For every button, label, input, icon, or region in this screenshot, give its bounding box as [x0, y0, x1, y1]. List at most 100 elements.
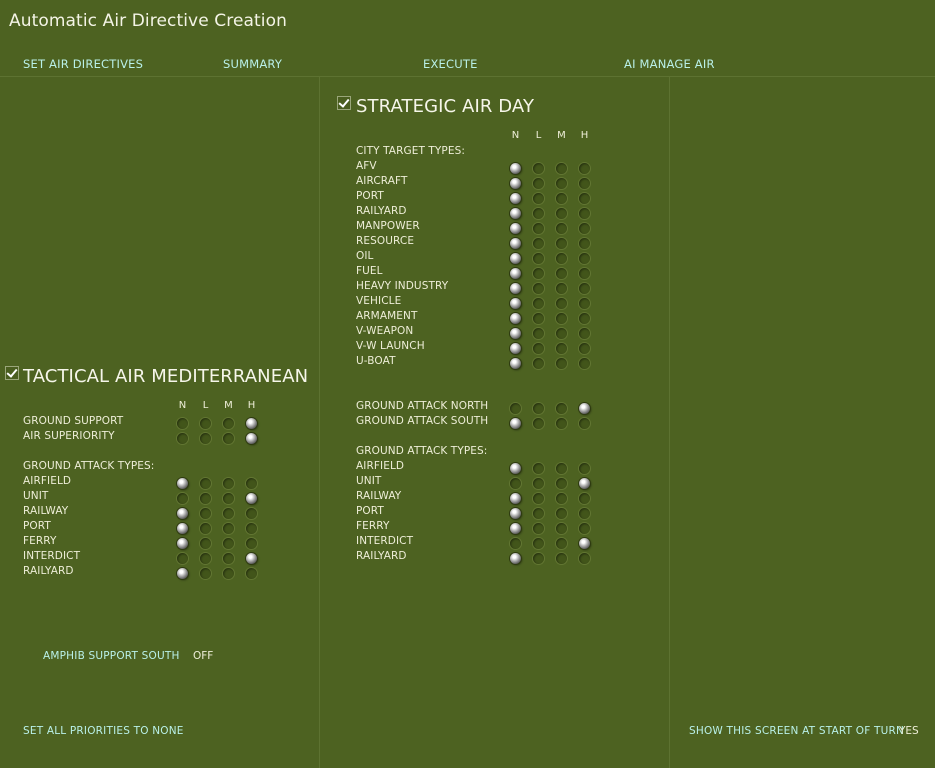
- strategic-ground-ground-attack-south-radio-n[interactable]: [510, 418, 521, 429]
- strategic-city-armament-radio-n[interactable]: [510, 313, 521, 324]
- strategic-city-armament-radio-m[interactable]: [556, 313, 567, 324]
- strategic-city-fuel-radio-h[interactable]: [579, 268, 590, 279]
- strategic-ground-type-unit-radio-m[interactable]: [556, 478, 567, 489]
- strategic-ground-type-interdict-radio-l[interactable]: [533, 538, 544, 549]
- tactical-air-superiority-radio-m[interactable]: [223, 433, 234, 444]
- strategic-city-afv-radio-l[interactable]: [533, 163, 544, 174]
- strategic-city-u-boat-radio-m[interactable]: [556, 358, 567, 369]
- strategic-city-armament-radio-h[interactable]: [579, 313, 590, 324]
- strategic-city-fuel-radio-l[interactable]: [533, 268, 544, 279]
- tactical-air-superiority-radio-n[interactable]: [177, 433, 188, 444]
- tab-execute[interactable]: EXECUTE: [423, 57, 478, 71]
- strategic-city-railyard-radio-h[interactable]: [579, 208, 590, 219]
- strategic-city-resource-radio-l[interactable]: [533, 238, 544, 249]
- tactical-ground-type-railyard-radio-h[interactable]: [246, 568, 257, 579]
- strategic-city-vehicle-radio-n[interactable]: [510, 298, 521, 309]
- strategic-city-railyard-radio-m[interactable]: [556, 208, 567, 219]
- strategic-ground-type-unit-radio-h[interactable]: [579, 478, 590, 489]
- strategic-city-v-weapon-radio-m[interactable]: [556, 328, 567, 339]
- strategic-city-v-weapon-radio-l[interactable]: [533, 328, 544, 339]
- strategic-city-oil-radio-h[interactable]: [579, 253, 590, 264]
- tactical-ground-type-interdict-radio-h[interactable]: [246, 553, 257, 564]
- strategic-ground-type-railyard-radio-l[interactable]: [533, 553, 544, 564]
- tactical-ground-type-ferry-radio-n[interactable]: [177, 538, 188, 549]
- tactical-ground-type-railway-radio-l[interactable]: [200, 508, 211, 519]
- strategic-city-aircraft-radio-h[interactable]: [579, 178, 590, 189]
- strategic-city-port-radio-n[interactable]: [510, 193, 521, 204]
- amphib-support-value[interactable]: OFF: [193, 650, 213, 662]
- strategic-enable-checkbox[interactable]: [337, 96, 351, 110]
- strategic-city-resource-radio-n[interactable]: [510, 238, 521, 249]
- tactical-ground-type-port-radio-h[interactable]: [246, 523, 257, 534]
- tactical-air-superiority-radio-l[interactable]: [200, 433, 211, 444]
- strategic-city-fuel-radio-n[interactable]: [510, 268, 521, 279]
- strategic-ground-type-airfield-radio-l[interactable]: [533, 463, 544, 474]
- tactical-ground-type-railway-radio-n[interactable]: [177, 508, 188, 519]
- strategic-city-port-radio-m[interactable]: [556, 193, 567, 204]
- tactical-ground-type-railyard-radio-m[interactable]: [223, 568, 234, 579]
- strategic-ground-type-ferry-radio-l[interactable]: [533, 523, 544, 534]
- tactical-ground-type-railway-radio-m[interactable]: [223, 508, 234, 519]
- strategic-ground-type-ferry-radio-m[interactable]: [556, 523, 567, 534]
- strategic-city-vehicle-radio-h[interactable]: [579, 298, 590, 309]
- strategic-ground-type-railyard-radio-h[interactable]: [579, 553, 590, 564]
- strategic-city-heavy-industry-radio-m[interactable]: [556, 283, 567, 294]
- show-screen-at-start-label[interactable]: SHOW THIS SCREEN AT START OF TURN: [689, 725, 904, 737]
- strategic-ground-ground-attack-north-radio-h[interactable]: [579, 403, 590, 414]
- strategic-ground-type-port-radio-l[interactable]: [533, 508, 544, 519]
- strategic-city-u-boat-radio-h[interactable]: [579, 358, 590, 369]
- strategic-ground-type-port-radio-n[interactable]: [510, 508, 521, 519]
- tactical-ground-type-railyard-radio-l[interactable]: [200, 568, 211, 579]
- tactical-ground-type-ferry-radio-h[interactable]: [246, 538, 257, 549]
- strategic-ground-type-railway-radio-m[interactable]: [556, 493, 567, 504]
- tactical-ground-type-unit-radio-m[interactable]: [223, 493, 234, 504]
- tactical-ground-type-port-radio-n[interactable]: [177, 523, 188, 534]
- strategic-city-manpower-radio-m[interactable]: [556, 223, 567, 234]
- strategic-ground-type-unit-radio-n[interactable]: [510, 478, 521, 489]
- strategic-city-oil-radio-n[interactable]: [510, 253, 521, 264]
- tactical-ground-type-railyard-radio-n[interactable]: [177, 568, 188, 579]
- tactical-ground-support-radio-h[interactable]: [246, 418, 257, 429]
- strategic-city-vehicle-radio-m[interactable]: [556, 298, 567, 309]
- strategic-city-v-w-launch-radio-l[interactable]: [533, 343, 544, 354]
- strategic-ground-type-railyard-radio-m[interactable]: [556, 553, 567, 564]
- strategic-city-afv-radio-h[interactable]: [579, 163, 590, 174]
- strategic-ground-type-airfield-radio-h[interactable]: [579, 463, 590, 474]
- strategic-city-vehicle-radio-l[interactable]: [533, 298, 544, 309]
- strategic-city-heavy-industry-radio-n[interactable]: [510, 283, 521, 294]
- tactical-ground-type-unit-radio-n[interactable]: [177, 493, 188, 504]
- tactical-ground-type-port-radio-l[interactable]: [200, 523, 211, 534]
- strategic-city-manpower-radio-h[interactable]: [579, 223, 590, 234]
- strategic-city-afv-radio-n[interactable]: [510, 163, 521, 174]
- strategic-ground-type-ferry-radio-n[interactable]: [510, 523, 521, 534]
- strategic-city-manpower-radio-l[interactable]: [533, 223, 544, 234]
- strategic-ground-ground-attack-south-radio-h[interactable]: [579, 418, 590, 429]
- strategic-city-resource-radio-m[interactable]: [556, 238, 567, 249]
- strategic-ground-ground-attack-south-radio-m[interactable]: [556, 418, 567, 429]
- strategic-ground-type-railway-radio-l[interactable]: [533, 493, 544, 504]
- tactical-ground-type-ferry-radio-l[interactable]: [200, 538, 211, 549]
- strategic-ground-type-unit-radio-l[interactable]: [533, 478, 544, 489]
- strategic-ground-type-port-radio-h[interactable]: [579, 508, 590, 519]
- tab-set-air-directives[interactable]: SET AIR DIRECTIVES: [23, 57, 143, 71]
- strategic-city-oil-radio-l[interactable]: [533, 253, 544, 264]
- tactical-ground-type-ferry-radio-m[interactable]: [223, 538, 234, 549]
- strategic-city-oil-radio-m[interactable]: [556, 253, 567, 264]
- show-screen-at-start-value[interactable]: YES: [899, 725, 919, 737]
- strategic-city-afv-radio-m[interactable]: [556, 163, 567, 174]
- strategic-city-v-w-launch-radio-n[interactable]: [510, 343, 521, 354]
- tactical-enable-checkbox[interactable]: [5, 366, 19, 380]
- tactical-ground-type-airfield-radio-h[interactable]: [246, 478, 257, 489]
- strategic-ground-type-interdict-radio-m[interactable]: [556, 538, 567, 549]
- strategic-ground-type-airfield-radio-m[interactable]: [556, 463, 567, 474]
- strategic-ground-ground-attack-south-radio-l[interactable]: [533, 418, 544, 429]
- amphib-support-label[interactable]: AMPHIB SUPPORT SOUTH: [43, 650, 180, 662]
- set-all-priorities-none-button[interactable]: SET ALL PRIORITIES TO NONE: [23, 725, 184, 737]
- tactical-ground-type-railway-radio-h[interactable]: [246, 508, 257, 519]
- tactical-ground-type-port-radio-m[interactable]: [223, 523, 234, 534]
- tactical-ground-type-airfield-radio-m[interactable]: [223, 478, 234, 489]
- strategic-city-v-weapon-radio-n[interactable]: [510, 328, 521, 339]
- strategic-city-railyard-radio-n[interactable]: [510, 208, 521, 219]
- strategic-city-aircraft-radio-m[interactable]: [556, 178, 567, 189]
- tactical-ground-type-unit-radio-l[interactable]: [200, 493, 211, 504]
